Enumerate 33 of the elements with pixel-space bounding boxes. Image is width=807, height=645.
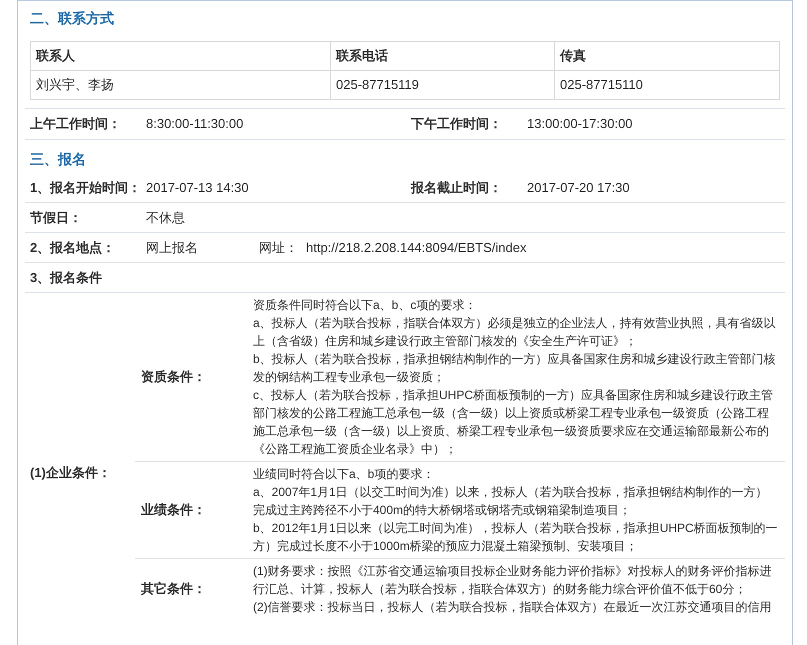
section-title: 三、报名 xyxy=(29,150,87,169)
condition-text: b、2012年1月1日以来（以完工时间为准），投标人（若为联合投标，指承担UHPC桥面板预制的一方）完成过长度不小于1000m桥梁的预应力混凝土箱梁预制、安装项目； xyxy=(253,520,778,555)
field-value: 网上报名 xyxy=(146,238,199,257)
field-value: 不休息 xyxy=(146,208,185,227)
field-label: 网址： xyxy=(259,238,298,257)
field-label: 资质条件： xyxy=(140,368,207,386)
field-label: (1)企业条件： xyxy=(30,464,111,482)
table-cell: 025-87715110 xyxy=(554,70,780,100)
condition-text: c、投标人（若为联合投标，指承担UHPC桥面板预制的一方）应具备国家住房和城乡建设行政主管部门核发的公路工程施工总承包一级（含一级）以上资质或桥梁工程专业承包一级资质（公路工程施工总承包一级（含一级）以上资质、桥梁工程专业承包一级资质要求应在交通运输部最新公布的《公路工程施工资质企业名录》中）； xyxy=(253,387,774,458)
field-label: 2、报名地点： xyxy=(30,238,116,257)
table-cell: 025-87715119 xyxy=(330,70,554,100)
url-link[interactable]: http://218.2.208.144:8094/EBTS/index xyxy=(306,238,526,258)
condition-text: (2)信誉要求：投标当日，投标人（若为联合投标，指联合体双方）在最近一次江苏交通项目的信用 xyxy=(253,599,773,616)
column-header: 联系人 xyxy=(30,42,330,70)
column-header: 传真 xyxy=(554,42,780,70)
field-label: 下午工作时间： xyxy=(411,115,503,134)
field-label: 节假日： xyxy=(30,208,83,227)
table-cell: 刘兴宇、李扬 xyxy=(30,70,330,100)
field-label: 报名截止时间： xyxy=(411,179,503,198)
field-label: 上午工作时间： xyxy=(30,115,122,134)
field-value: 13:00:00-17:30:00 xyxy=(527,115,633,134)
section-title: 二、联系方式 xyxy=(29,9,115,28)
field-value: 2017-07-13 14:30 xyxy=(146,179,249,198)
field-value: 8:30:00-11:30:00 xyxy=(146,115,244,134)
field-label: 业绩条件： xyxy=(140,501,207,520)
field-label: 1、报名开始时间： xyxy=(30,179,142,198)
condition-text: (1)财务要求：按照《江苏省交通运输项目投标企业财务能力评价指标》对投标人的财务评价指标进行汇总、计算，投标人（若为联合投标，指联合体双方）的财务能力综合评价值不低于60分； xyxy=(253,563,773,598)
condition-text: 资质条件同时符合以下a、b、c项的要求： xyxy=(253,297,478,314)
column-header: 联系电话 xyxy=(330,42,554,70)
field-value: 2017-07-20 17:30 xyxy=(527,179,630,198)
field-label: 3、报名条件 xyxy=(30,268,102,287)
condition-text: 业绩同时符合以下a、b项的要求： xyxy=(253,466,436,483)
field-label: 其它条件： xyxy=(140,580,207,598)
